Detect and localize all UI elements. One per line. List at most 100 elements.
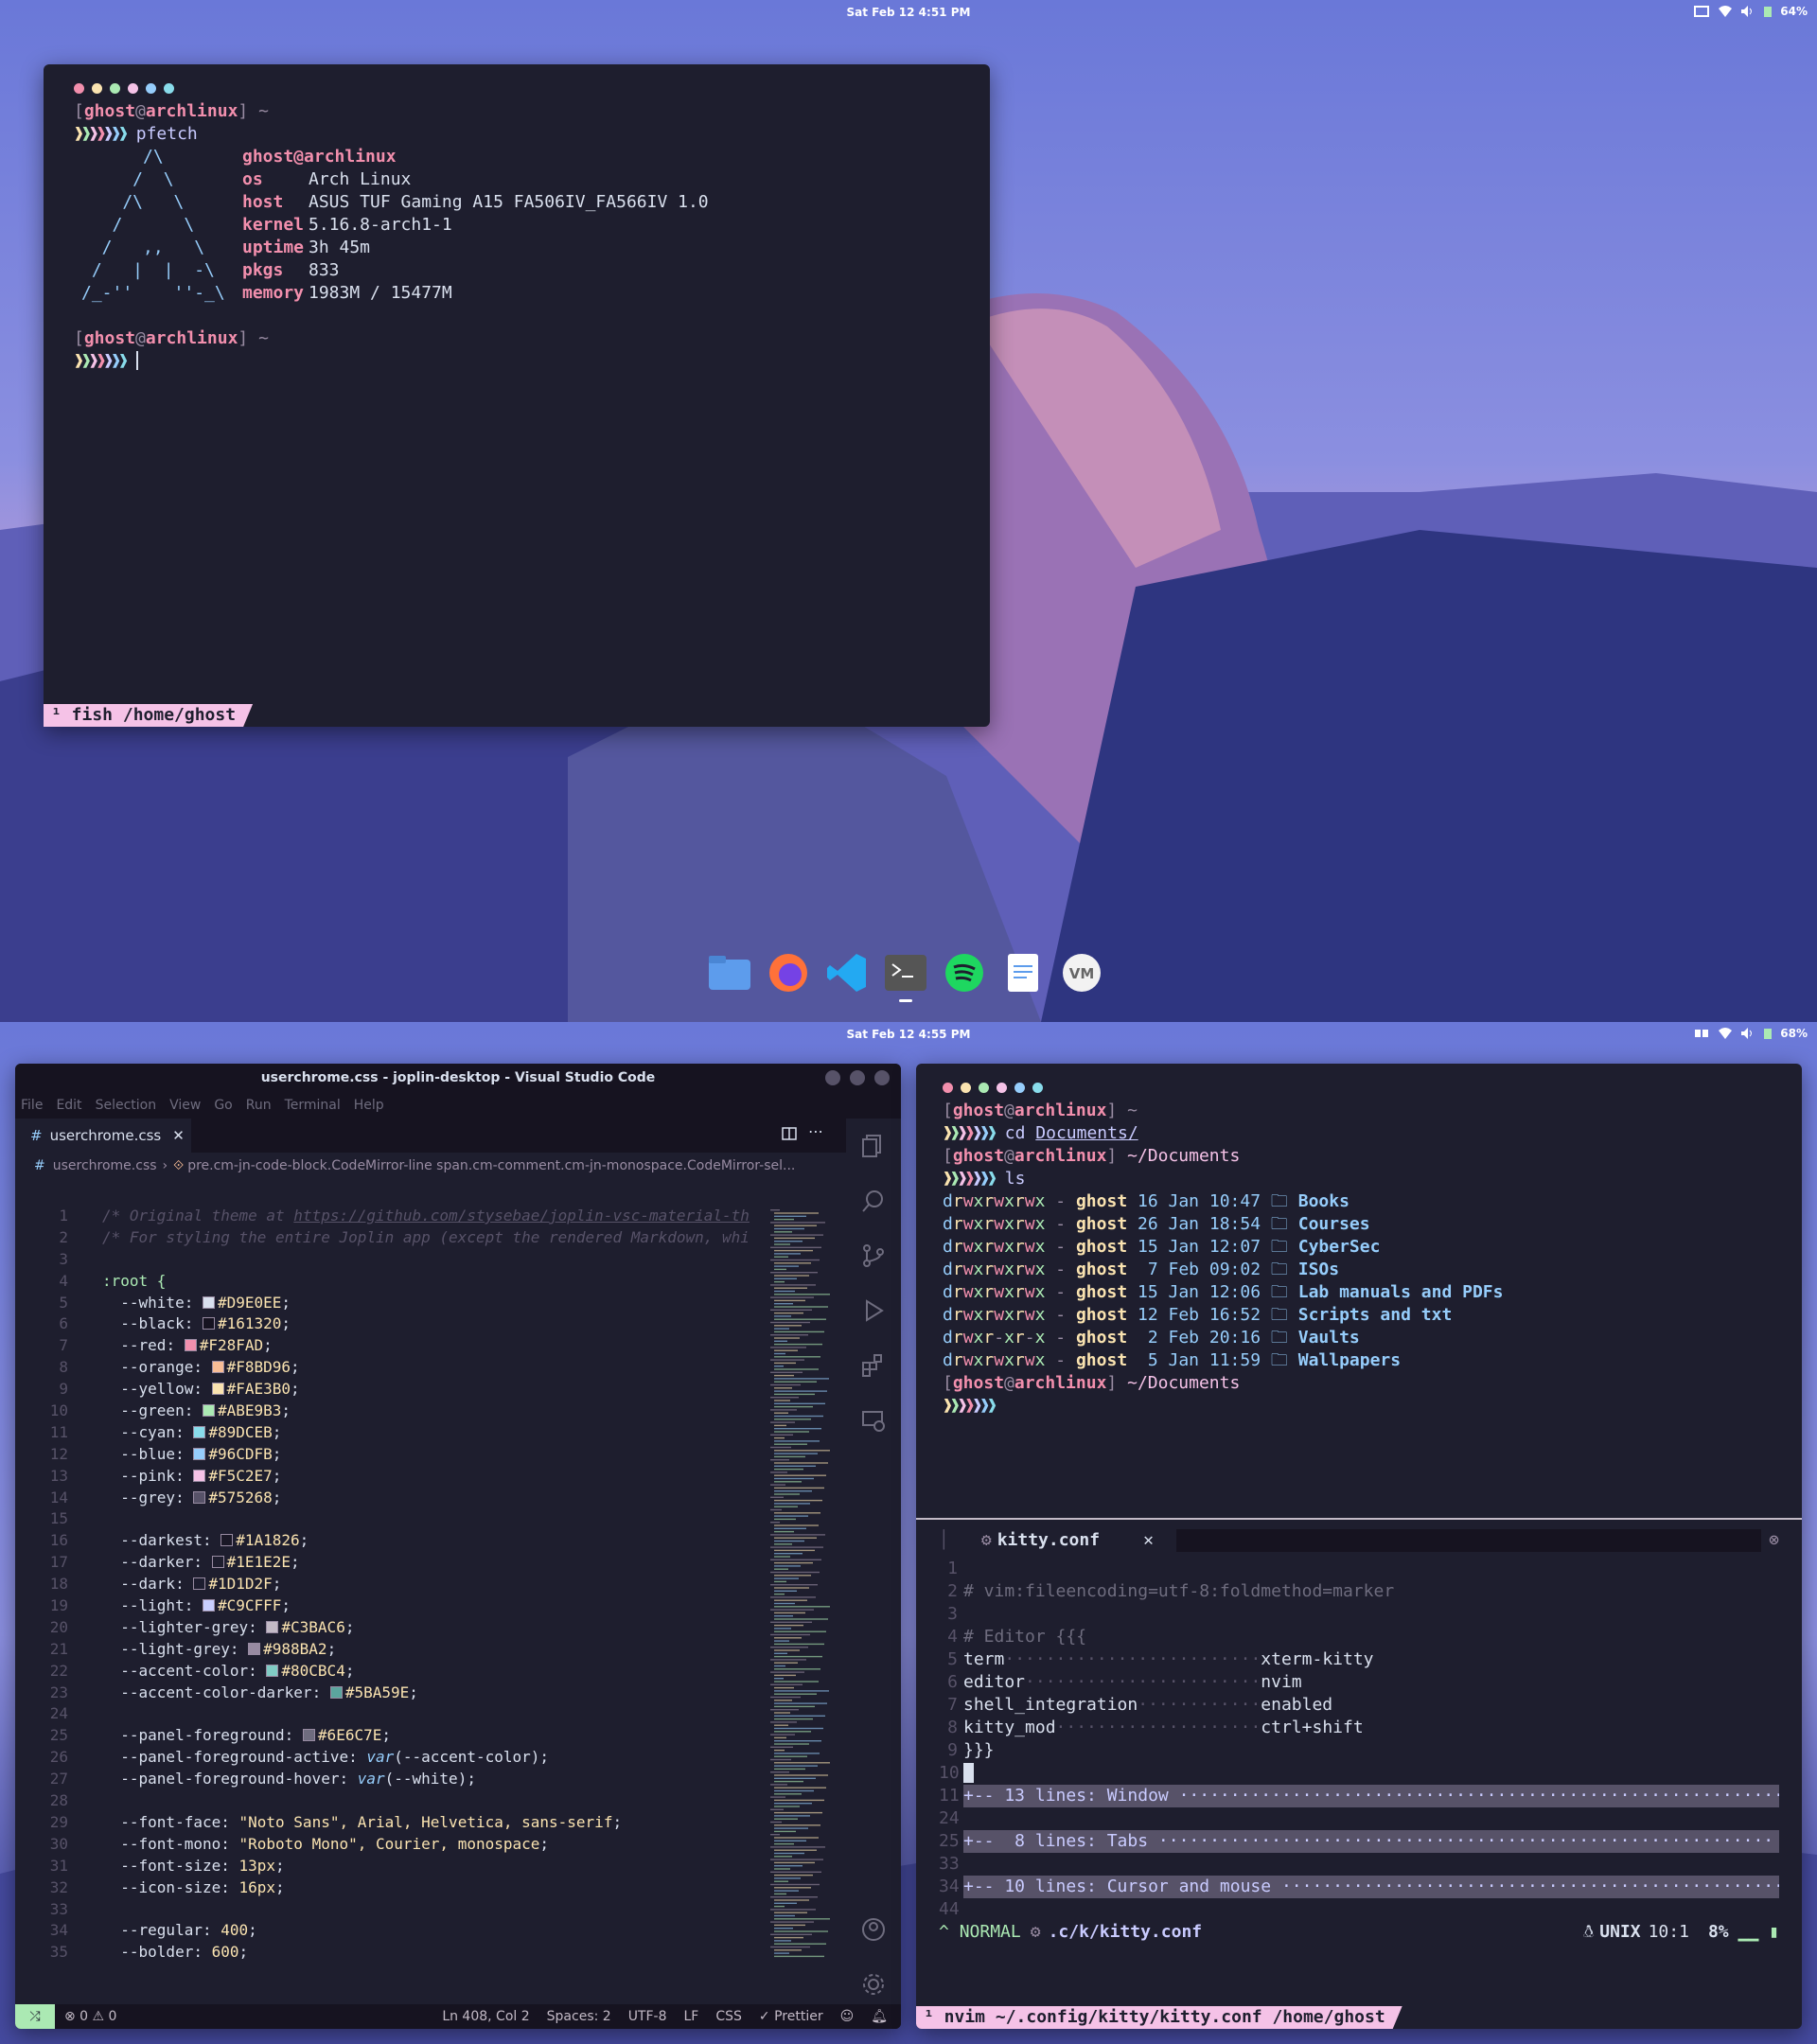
color-swatch[interactable] <box>202 1599 215 1612</box>
close-icon[interactable]: ✕ <box>1143 1529 1154 1552</box>
close-icon[interactable]: ✕ <box>172 1127 185 1144</box>
color-swatch[interactable] <box>193 1425 206 1438</box>
color-swatch[interactable] <box>302 1729 315 1742</box>
color-swatch[interactable] <box>211 1361 224 1374</box>
battery-icon[interactable] <box>1763 1027 1773 1040</box>
breadcrumb-symbol[interactable]: pre.cm-jn-code-block.CodeMirror-line spa… <box>187 1158 795 1173</box>
close-button[interactable] <box>874 1070 890 1085</box>
color-swatch[interactable] <box>202 1404 215 1418</box>
comment-link[interactable]: https://github.com/stysebae/joplin-vsc-m… <box>293 1207 750 1225</box>
menu-item-run[interactable]: Run <box>246 1098 272 1113</box>
menu-item-terminal[interactable]: Terminal <box>285 1098 341 1113</box>
source-control-icon[interactable] <box>846 1228 901 1283</box>
feedback-icon[interactable]: ☺ <box>840 2009 855 2024</box>
color-swatch[interactable] <box>211 1556 224 1569</box>
indentation[interactable]: Spaces: 2 <box>547 2009 611 2024</box>
explorer-icon[interactable] <box>846 1119 901 1173</box>
color-swatch[interactable] <box>266 1664 279 1677</box>
tab-userchrome-css[interactable]: # userchrome.css ✕ <box>15 1119 191 1153</box>
end-of-line[interactable]: LF <box>684 2009 699 2024</box>
input-line[interactable]: ❱❱❱❱❱❱❱ <box>74 350 269 373</box>
problems-indicator[interactable]: ⊗ 0 ⚠ 0 <box>64 2009 116 2024</box>
breadcrumb-file[interactable]: userchrome.css <box>53 1158 157 1173</box>
files-icon[interactable] <box>708 951 751 995</box>
text-editor-icon[interactable] <box>1001 951 1045 995</box>
color-swatch[interactable] <box>266 1620 279 1633</box>
nvim-buffer[interactable]: 1 2 # vim:fileencoding=utf-8:foldmethod=ma… <box>939 1558 1779 1921</box>
notifications-bell-icon[interactable]: 🔔︎ <box>871 2009 888 2024</box>
extensions-icon[interactable] <box>846 1338 901 1393</box>
menu-item-file[interactable]: File <box>21 1098 43 1113</box>
color-swatch[interactable] <box>193 1577 206 1591</box>
volume-icon[interactable] <box>1740 1027 1755 1040</box>
color-swatch[interactable] <box>202 1295 215 1309</box>
kitty-terminal-window[interactable]: [ghost@archlinux] ~ ❱❱❱❱❱❱❱ cd Documents… <box>916 1064 1802 2029</box>
fold-text[interactable]: +-- 10 lines: Cursor and mouse <box>963 1877 1281 1896</box>
vmware-icon[interactable]: VM <box>1060 951 1103 995</box>
folder-name[interactable]: Courses <box>1298 1214 1370 1234</box>
folder-name[interactable]: CyberSec <box>1298 1237 1381 1257</box>
language-mode[interactable]: CSS <box>715 2009 742 2024</box>
folder-name[interactable]: Vaults <box>1298 1328 1360 1348</box>
minimap[interactable] <box>763 1206 838 1963</box>
maximize-button[interactable] <box>850 1070 865 1085</box>
nvim-pane[interactable]: │ ⚙ kitty.conf ✕ ⊗ 1 2 # vim:fileencoding=… <box>916 1518 1802 1974</box>
window-switcher-icon[interactable] <box>1693 1027 1710 1040</box>
folder-name[interactable]: Lab manuals and PDFs <box>1298 1282 1504 1302</box>
menu-item-selection[interactable]: Selection <box>96 1098 157 1113</box>
folder-name[interactable]: ISOs <box>1298 1260 1339 1279</box>
color-swatch[interactable] <box>221 1534 234 1547</box>
search-icon[interactable] <box>846 1173 901 1228</box>
wifi-icon[interactable] <box>1718 5 1733 18</box>
menu-item-go[interactable]: Go <box>214 1098 232 1113</box>
account-icon[interactable] <box>846 1902 901 1957</box>
folder-name[interactable]: Wallpapers <box>1298 1350 1401 1370</box>
cursor-position[interactable]: Ln 408, Col 2 <box>442 2009 529 2024</box>
firefox-icon[interactable] <box>767 951 810 995</box>
menu-item-edit[interactable]: Edit <box>56 1098 81 1113</box>
color-swatch[interactable] <box>193 1490 206 1504</box>
color-swatch[interactable] <box>184 1339 197 1352</box>
color-swatch[interactable] <box>211 1383 224 1396</box>
spotify-icon[interactable] <box>943 951 986 995</box>
minimap-line <box>774 1256 788 1258</box>
vscode-window[interactable]: userchrome.css - joplin-desktop - Visual… <box>15 1064 901 2029</box>
nvim-text: editor·······················nvim <box>963 1671 1779 1694</box>
wifi-icon[interactable] <box>1718 1027 1733 1040</box>
battery-icon[interactable] <box>1763 5 1773 18</box>
volume-icon[interactable] <box>1740 5 1755 18</box>
code-editor[interactable]: 1 /* Original theme at https://github.com… <box>15 1206 759 1963</box>
color-swatch[interactable] <box>202 1317 215 1330</box>
vscode-icon[interactable] <box>825 951 869 995</box>
more-actions-icon[interactable]: ⋯ <box>808 1122 823 1140</box>
folder-name[interactable]: Scripts and txt <box>1298 1305 1453 1325</box>
menu-item-view[interactable]: View <box>169 1098 201 1113</box>
color-swatch[interactable] <box>248 1642 261 1655</box>
input-line[interactable]: ❱❱❱❱❱❱❱ <box>943 1395 1503 1418</box>
kitty-terminal-window[interactable]: [ghost@archlinux] ~ ❱❱❱❱❱❱❱ pfetch /\ / … <box>44 64 990 727</box>
line-number: 8 <box>59 1358 68 1377</box>
clock[interactable]: Sat Feb 12 4:55 PM <box>0 1028 1817 1041</box>
kitty-tab-bar[interactable]: ¹ fish /home/ghost <box>44 704 253 727</box>
minimize-button[interactable] <box>825 1070 840 1085</box>
encoding[interactable]: UTF-8 <box>628 2009 667 2024</box>
color-swatch[interactable] <box>193 1447 206 1460</box>
folder-name[interactable]: Books <box>1298 1191 1350 1211</box>
menu-item-help[interactable]: Help <box>354 1098 384 1113</box>
remote-explorer-icon[interactable] <box>846 1393 901 1448</box>
color-swatch[interactable] <box>193 1469 206 1482</box>
fold-text[interactable]: +-- 8 lines: Tabs <box>963 1831 1158 1851</box>
kitty-tab-bar[interactable]: ¹ nvim ~/.config/kitty/kitty.conf /home/… <box>916 2006 1402 2029</box>
terminal-icon[interactable] <box>884 951 927 1002</box>
color-swatch[interactable] <box>329 1685 343 1699</box>
close-all-icon[interactable]: ⊗ <box>1769 1529 1779 1552</box>
run-debug-icon[interactable] <box>846 1283 901 1338</box>
code-text: --white: #D9E0EE; <box>120 1293 291 1312</box>
clock[interactable]: Sat Feb 12 4:51 PM <box>0 6 1817 19</box>
split-editor-icon[interactable] <box>782 1126 797 1145</box>
fold-text[interactable]: +-- 13 lines: Window <box>963 1786 1179 1806</box>
remote-indicator-icon[interactable]: ⤮ <box>15 2004 55 2029</box>
window-switcher-icon[interactable] <box>1693 5 1710 18</box>
nvim-tab-kitty-conf[interactable]: ⚙ kitty.conf ✕ <box>967 1529 1167 1552</box>
prettier-status[interactable]: ✓ Prettier <box>759 2009 823 2024</box>
